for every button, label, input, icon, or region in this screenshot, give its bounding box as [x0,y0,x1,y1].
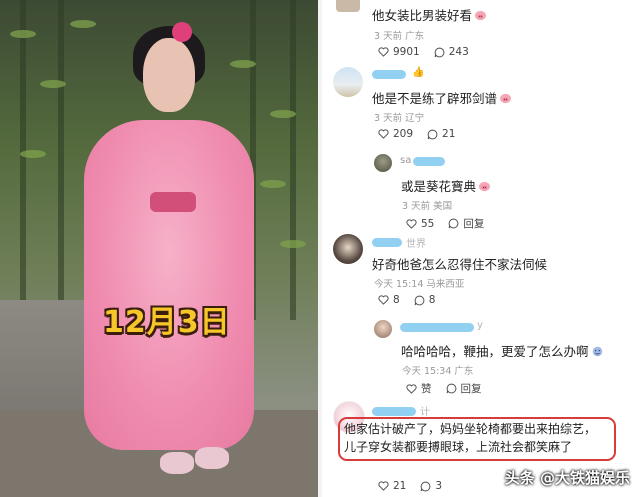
avatar[interactable] [374,154,392,172]
avatar[interactable] [333,67,363,97]
like-button[interactable]: 8 [378,294,400,306]
like-button[interactable]: 赞 [406,381,432,396]
comment-5-meta: 今天 15:34 广东 [402,366,474,377]
comment-bubble-icon [427,129,438,139]
reply-button[interactable]: 3 [420,480,442,492]
heart-icon [378,295,389,305]
reply-username-prefix: sa [400,155,412,166]
comment-2-stats: 209 21 [378,128,455,140]
comment-1-meta: 3 天前 广东 [374,31,425,42]
pig-face-icon [479,181,491,192]
comment-4-meta: 今天 15:14 马来西亚 [374,279,465,290]
comment-bubble-icon [434,47,445,57]
username-obscured [413,157,445,166]
comment-1-stats: 9901 243 [378,46,469,58]
heart-icon [378,481,389,491]
reply-count: 3 [435,480,443,492]
comment-bubble-icon [420,481,431,491]
comment-bubble-icon [414,295,425,305]
like-button[interactable]: 9901 [378,46,420,58]
like-button[interactable]: 55 [406,218,434,230]
reply-button[interactable]: 回复 [448,216,484,231]
comment-bubble-icon [448,218,459,229]
like-label: 赞 [421,383,432,395]
like-count: 55 [421,217,435,230]
like-count: 21 [393,480,407,492]
reply-label: 回复 [463,218,485,230]
date-caption: 12月3日 [103,305,231,340]
reply-count: 243 [448,46,469,58]
comment-bubble-icon [446,383,456,394]
comment-2-meta: 3 天前 辽宁 [374,113,425,124]
reply-label: 回复 [460,383,482,395]
like-count: 8 [393,294,400,306]
avatar[interactable] [336,0,360,12]
username-obscured [372,238,402,247]
username-obscured [372,70,406,79]
reply-count: 8 [428,294,436,306]
sweat-face-icon [592,346,602,357]
heart-icon [406,383,417,394]
comment-4-text: 好奇他爸怎么忍得住不家法伺候 [372,257,548,272]
username-obscured [372,407,416,416]
username-suffix: y [477,320,483,331]
comment-6-text-line2: 儿子穿女装都要搏眼球，上流社会都笑麻了 [344,440,573,454]
comment-3-stats: 55 回复 [406,216,484,231]
comment-4-stats: 8 8 [378,294,435,306]
pig-face-icon [475,10,487,21]
reply-button[interactable]: 8 [414,294,436,306]
video-frame-photo: 12月3日 [0,0,318,497]
source-watermark: 头条 @大铁猫娱乐 [504,469,630,487]
heart-icon [378,47,389,57]
reply-button[interactable]: 243 [434,46,469,58]
like-count: 9901 [393,46,420,58]
like-count: 209 [393,128,414,140]
like-button[interactable]: 21 [378,480,406,492]
comment-1-text: 他女装比男装好看 [372,5,487,24]
comment-3-text: 或是葵花寶典 [401,176,491,195]
reply-count: 21 [442,128,456,140]
pig-face-icon [500,93,512,104]
comment-3-meta: 3 天前 美国 [402,201,453,212]
comment-6-stats: 21 3 [378,480,442,492]
comment-6-text-line1: 他家估计破产了，妈妈坐轮椅都要出来拍综艺， [344,422,597,436]
username-obscured [400,323,474,332]
user-badge-icon: 👍 [412,67,425,78]
like-button[interactable]: 209 [378,128,413,140]
username-suffix: 计 [420,407,430,418]
reply-button[interactable]: 21 [427,128,455,140]
comment-2-text: 他是不是练了辟邪剑谱 [372,88,512,107]
avatar[interactable] [374,320,392,338]
heart-icon [378,129,389,139]
reply-button[interactable]: 回复 [446,381,482,396]
heart-icon [406,218,417,229]
comment-5-stats: 赞 回复 [406,381,482,396]
avatar[interactable] [333,234,363,264]
comment-5-text: 哈哈哈哈，鞭抽，更爱了怎么办啊 [401,341,604,360]
username-suffix: 世界 [406,239,426,250]
